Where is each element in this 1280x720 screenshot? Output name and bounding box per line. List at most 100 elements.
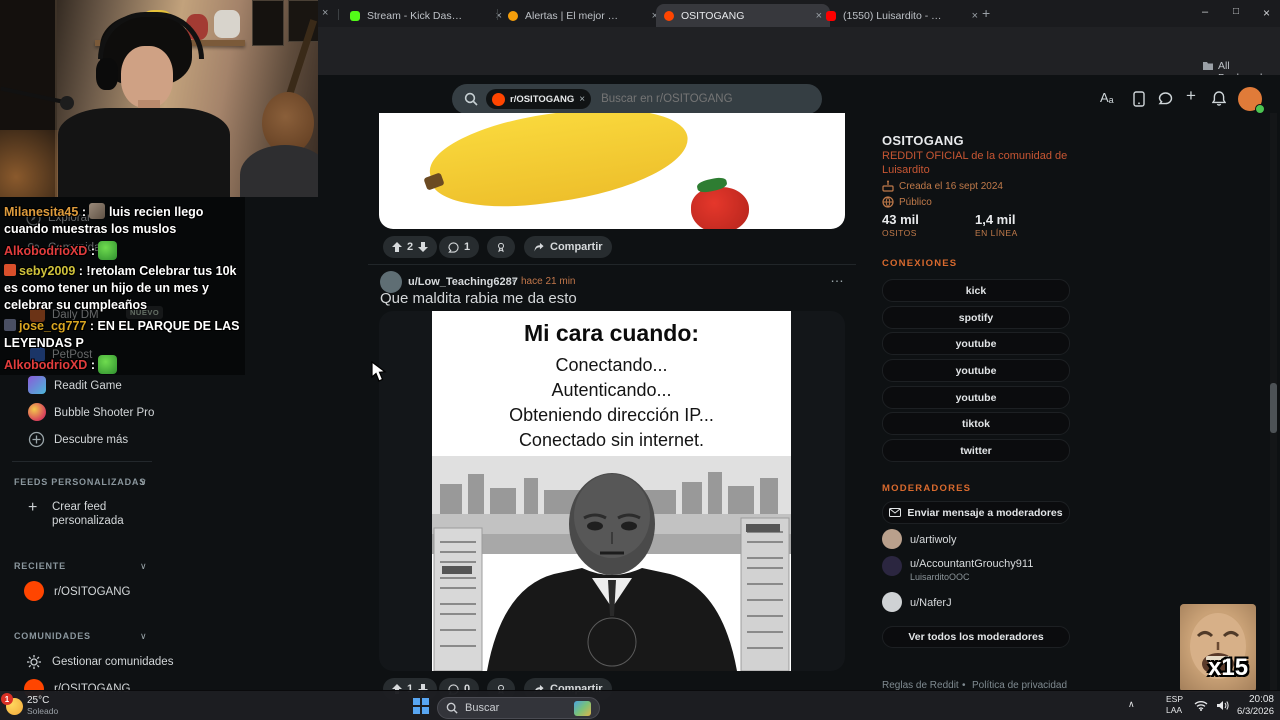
close-icon[interactable]: × [972, 10, 978, 22]
tab-kick-dashboard[interactable]: Stream - Kick Dashboard × [342, 4, 510, 27]
moderator-avatar[interactable] [882, 556, 902, 576]
chat-username: jose_cg777 [19, 319, 87, 333]
window-minimize-icon[interactable]: – [1202, 6, 1208, 18]
chat-message: jose_cg777 : EN EL PARQUE DE LAS LEYENDA… [4, 318, 240, 352]
bubble-shooter-icon [28, 403, 46, 421]
community-created: Creada el 16 sept 2024 [899, 181, 1003, 192]
taskbar: 1 25°C Soleado Buscar ∧ ESP LAA 20:08 6/… [0, 690, 1280, 720]
chevron-down-icon[interactable]: ∨ [140, 477, 147, 488]
recent-section-header[interactable]: RECIENTE [14, 561, 66, 571]
tab-youtube[interactable]: (1550) Luisardito - YouTube × [818, 4, 986, 27]
clock-date[interactable]: 6/3/2026 [1230, 706, 1274, 717]
connection-link-tiktok[interactable]: tiktok [882, 412, 1070, 435]
windows-start-button[interactable] [413, 698, 429, 714]
screen: × Stream - Kick Dashboard × Alertas | El… [0, 0, 1280, 720]
post-divider [368, 264, 856, 265]
connection-link-youtube[interactable]: youtube [882, 332, 1070, 355]
search-highlight-image [574, 700, 591, 716]
connection-link-kick[interactable]: kick [882, 279, 1070, 302]
downvote-icon[interactable] [418, 242, 429, 252]
share-pill[interactable]: Compartir [524, 236, 612, 258]
post-title[interactable]: Que maldita rabia me da esto [380, 290, 577, 307]
moderator-name[interactable]: u/AccountantGrouchy911 [910, 558, 1033, 570]
feeds-section-header[interactable]: FEEDS PERSONALIZADAS [14, 477, 146, 487]
chevron-down-icon[interactable]: ∨ [140, 561, 147, 572]
moderator-avatar[interactable] [882, 592, 902, 612]
tab-divider [497, 9, 498, 20]
taskbar-search-box[interactable]: Buscar [437, 697, 600, 719]
sidebar-item-manage-communities[interactable]: Gestionar comunidades [52, 656, 173, 668]
post-menu-icon[interactable]: … [830, 269, 845, 285]
window-maximize-icon[interactable]: □ [1233, 6, 1239, 17]
connections-header: CONEXIONES [882, 258, 958, 269]
moderator-name[interactable]: u/NaferJ [910, 597, 952, 609]
chat-message: AlkobodrioXD : [4, 241, 240, 260]
tab-divider [338, 9, 339, 20]
subscriber-badge-icon [4, 264, 16, 276]
windows-pane [422, 707, 429, 714]
vote-pill[interactable]: 2 [383, 236, 438, 258]
translate-icon[interactable]: Aa [1100, 90, 1114, 105]
communities-section-header[interactable]: COMUNIDADES [14, 631, 91, 641]
online-status-dot [1255, 104, 1265, 114]
sidebar-item-readit-game[interactable]: Readit Game [54, 380, 122, 392]
language-indicator-line2[interactable]: LAA [1166, 705, 1182, 715]
post-author[interactable]: u/Low_Teaching6287 [408, 276, 518, 288]
chevron-down-icon[interactable]: ∨ [140, 631, 147, 642]
get-app-icon[interactable] [1132, 91, 1146, 107]
sidebar-item-discover-more[interactable]: Descubre más [54, 434, 128, 446]
new-tab-icon[interactable]: + [982, 5, 990, 21]
view-all-mods-button[interactable]: Ver todos los moderadores [882, 626, 1070, 648]
tab-alertas[interactable]: Alertas | El mejor software para × [500, 4, 666, 27]
notification-badge: 1 [1, 693, 13, 705]
scrollbar-thumb[interactable] [1270, 383, 1277, 433]
search-community-chip[interactable]: r/OSITOGANG × [486, 89, 592, 109]
wifi-icon[interactable] [1194, 700, 1208, 711]
share-label: Compartir [550, 241, 603, 253]
create-post-icon[interactable]: + [1186, 86, 1196, 106]
sidebar-item-bubble-shooter[interactable]: Bubble Shooter Pro [54, 407, 154, 419]
connection-link-youtube[interactable]: youtube [882, 359, 1070, 382]
language-indicator-line1[interactable]: ESP [1166, 694, 1183, 704]
connection-link-spotify[interactable]: spotify [882, 306, 1070, 329]
photo-emote-icon [89, 203, 106, 219]
message-mods-label: Enviar mensaje a moderadores [907, 506, 1063, 519]
search-bar[interactable]: r/OSITOGANG × [452, 84, 822, 114]
comments-pill[interactable]: 1 [439, 236, 480, 258]
tray-expand-icon[interactable]: ∧ [1128, 699, 1135, 710]
kick-favicon [350, 10, 360, 21]
post-image-banana[interactable] [379, 113, 845, 229]
combo-counter: x15 [1208, 654, 1249, 681]
moderator-name[interactable]: u/artiwoly [910, 534, 956, 546]
message-mods-button[interactable]: Enviar mensaje a moderadores [882, 501, 1070, 524]
connection-link-youtube[interactable]: youtube [882, 386, 1070, 409]
sidebar-item-create-feed[interactable]: Crear feed [52, 501, 106, 513]
chat-username: seby2009 [19, 264, 76, 278]
chip-remove-icon[interactable]: × [579, 94, 585, 105]
award-pill[interactable] [487, 236, 515, 258]
strawberry-drawing [691, 187, 749, 229]
tab-label: Alertas | El mejor software para [525, 9, 623, 22]
weather-temperature[interactable]: 25°C [27, 695, 49, 706]
tab-ositogang-active[interactable]: OSITOGANG × [656, 4, 830, 27]
sidebar-item-create-feed-line2[interactable]: personalizada [52, 515, 124, 527]
connection-link-twitter[interactable]: twitter [882, 439, 1070, 462]
green-creature-emote-icon [98, 355, 118, 374]
windows-pane [413, 698, 420, 705]
post-image-meme[interactable]: Mi cara cuando: Conectando... Autentican… [379, 311, 845, 671]
volume-icon[interactable] [1216, 700, 1229, 711]
sidebar-item-recent-ositogang[interactable]: r/OSITOGANG [54, 586, 130, 598]
upvote-icon[interactable] [392, 242, 402, 252]
search-input[interactable] [599, 92, 774, 106]
close-icon[interactable]: × [322, 7, 328, 19]
clock-time[interactable]: 20:08 [1238, 694, 1274, 705]
window-close-icon[interactable]: × [1263, 6, 1270, 20]
chat-icon[interactable] [1158, 92, 1173, 106]
post-time: hace 21 min [521, 276, 576, 287]
moderator-avatar[interactable] [882, 529, 902, 549]
chat-separator: : [78, 205, 90, 219]
notifications-bell-icon[interactable] [1212, 91, 1226, 107]
comment-count: 1 [464, 241, 471, 253]
weather-description[interactable]: Soleado [27, 706, 58, 716]
chat-username: AlkobodrioXD [4, 244, 88, 258]
